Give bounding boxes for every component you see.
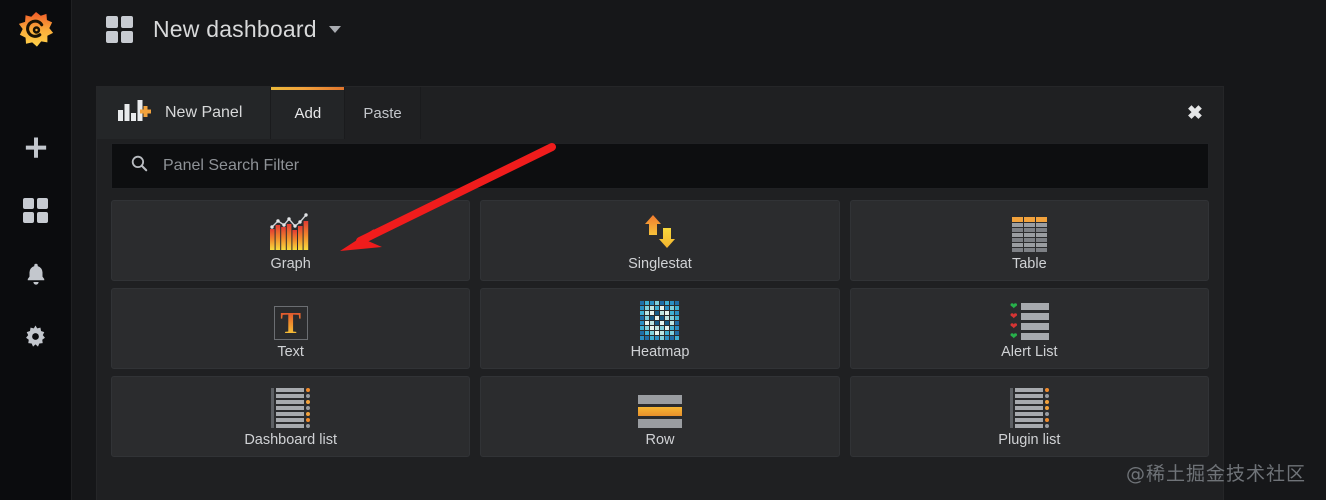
add-panel-icon [117,99,151,128]
bell-icon [27,263,44,285]
grafana-logo[interactable] [0,0,72,60]
sidebar-item-create[interactable] [0,120,72,175]
graph-icon [266,210,316,252]
heatmap-icon [640,298,680,340]
sidebar-item-configuration[interactable] [0,309,72,364]
panel-type-row[interactable]: Row [480,376,840,457]
panel-type-dashboard-list[interactable]: Dashboard list [111,376,471,457]
new-panel-tab-label: New Panel [165,104,243,121]
row-icon [637,386,682,428]
panel-type-graph[interactable]: Graph [111,200,471,281]
dashboard-list-icon [271,386,311,428]
watermark: @稀土掘金技术社区 [1125,463,1306,485]
tab-paste-label: Paste [363,104,402,122]
panel-type-label: Plugin list [998,431,1061,448]
panel-type-alert-list[interactable]: ❤ ❤ ❤ ❤ Alert List [849,288,1209,369]
tab-paste[interactable]: Paste [345,87,421,139]
panel-type-grid: Graph Singlestat Table T Text Heatmap ❤ … [111,200,1209,457]
gear-icon [26,325,45,347]
sidebar-item-alerting[interactable] [0,246,72,301]
add-panel-widget: New Panel Add Paste ✖ Panel Search Filte… [96,86,1224,500]
panel-type-table[interactable]: Table [849,200,1209,281]
grafana-new-dashboard-screen: New dashboard New Panel Add Paste ✖ Pane… [0,0,1326,500]
panel-type-label: Singlestat [628,255,692,272]
panel-type-plugin-list[interactable]: Plugin list [849,376,1209,457]
new-panel-tab[interactable]: New Panel [97,87,272,139]
add-panel-body: Graph [97,143,1223,457]
panel-type-text[interactable]: T Text [111,288,471,369]
panel-type-label: Table [1011,255,1047,272]
alert-list-icon: ❤ ❤ ❤ ❤ [1010,298,1049,340]
panel-type-label: Alert List [1001,343,1058,360]
panel-type-singlestat[interactable]: Singlestat [480,200,840,281]
panel-type-heatmap[interactable]: Heatmap [480,288,840,369]
panel-type-label: Graph [270,255,311,272]
dashboards-grid-icon [106,15,133,43]
chevron-down-icon[interactable] [328,25,341,33]
panel-search-bar [111,143,1209,189]
dashboards-grid-icon [23,198,48,223]
add-panel-tabbar: New Panel Add Paste ✖ [97,87,1223,139]
singlestat-icon [637,210,683,252]
panel-type-label: Heatmap [630,343,690,360]
tab-add-label: Add [294,104,322,122]
panel-type-label: Row [645,431,675,448]
search-input[interactable] [163,157,1190,175]
page-title: New dashboard [153,15,317,42]
dashboard-header: New dashboard [72,0,1326,58]
search-icon [130,154,149,178]
text-icon: T [273,298,308,340]
panel-type-label: Dashboard list [244,431,337,448]
sidebar-item-dashboards[interactable] [0,183,72,238]
table-icon [1011,210,1047,252]
tabbar-spacer [421,87,1167,139]
close-icon[interactable]: ✖ [1167,87,1223,139]
tab-add[interactable]: Add [271,87,346,139]
panel-type-label: Text [277,343,304,360]
main-sidebar [0,0,72,500]
plus-icon [25,137,46,158]
plugin-list-icon [1009,386,1049,428]
